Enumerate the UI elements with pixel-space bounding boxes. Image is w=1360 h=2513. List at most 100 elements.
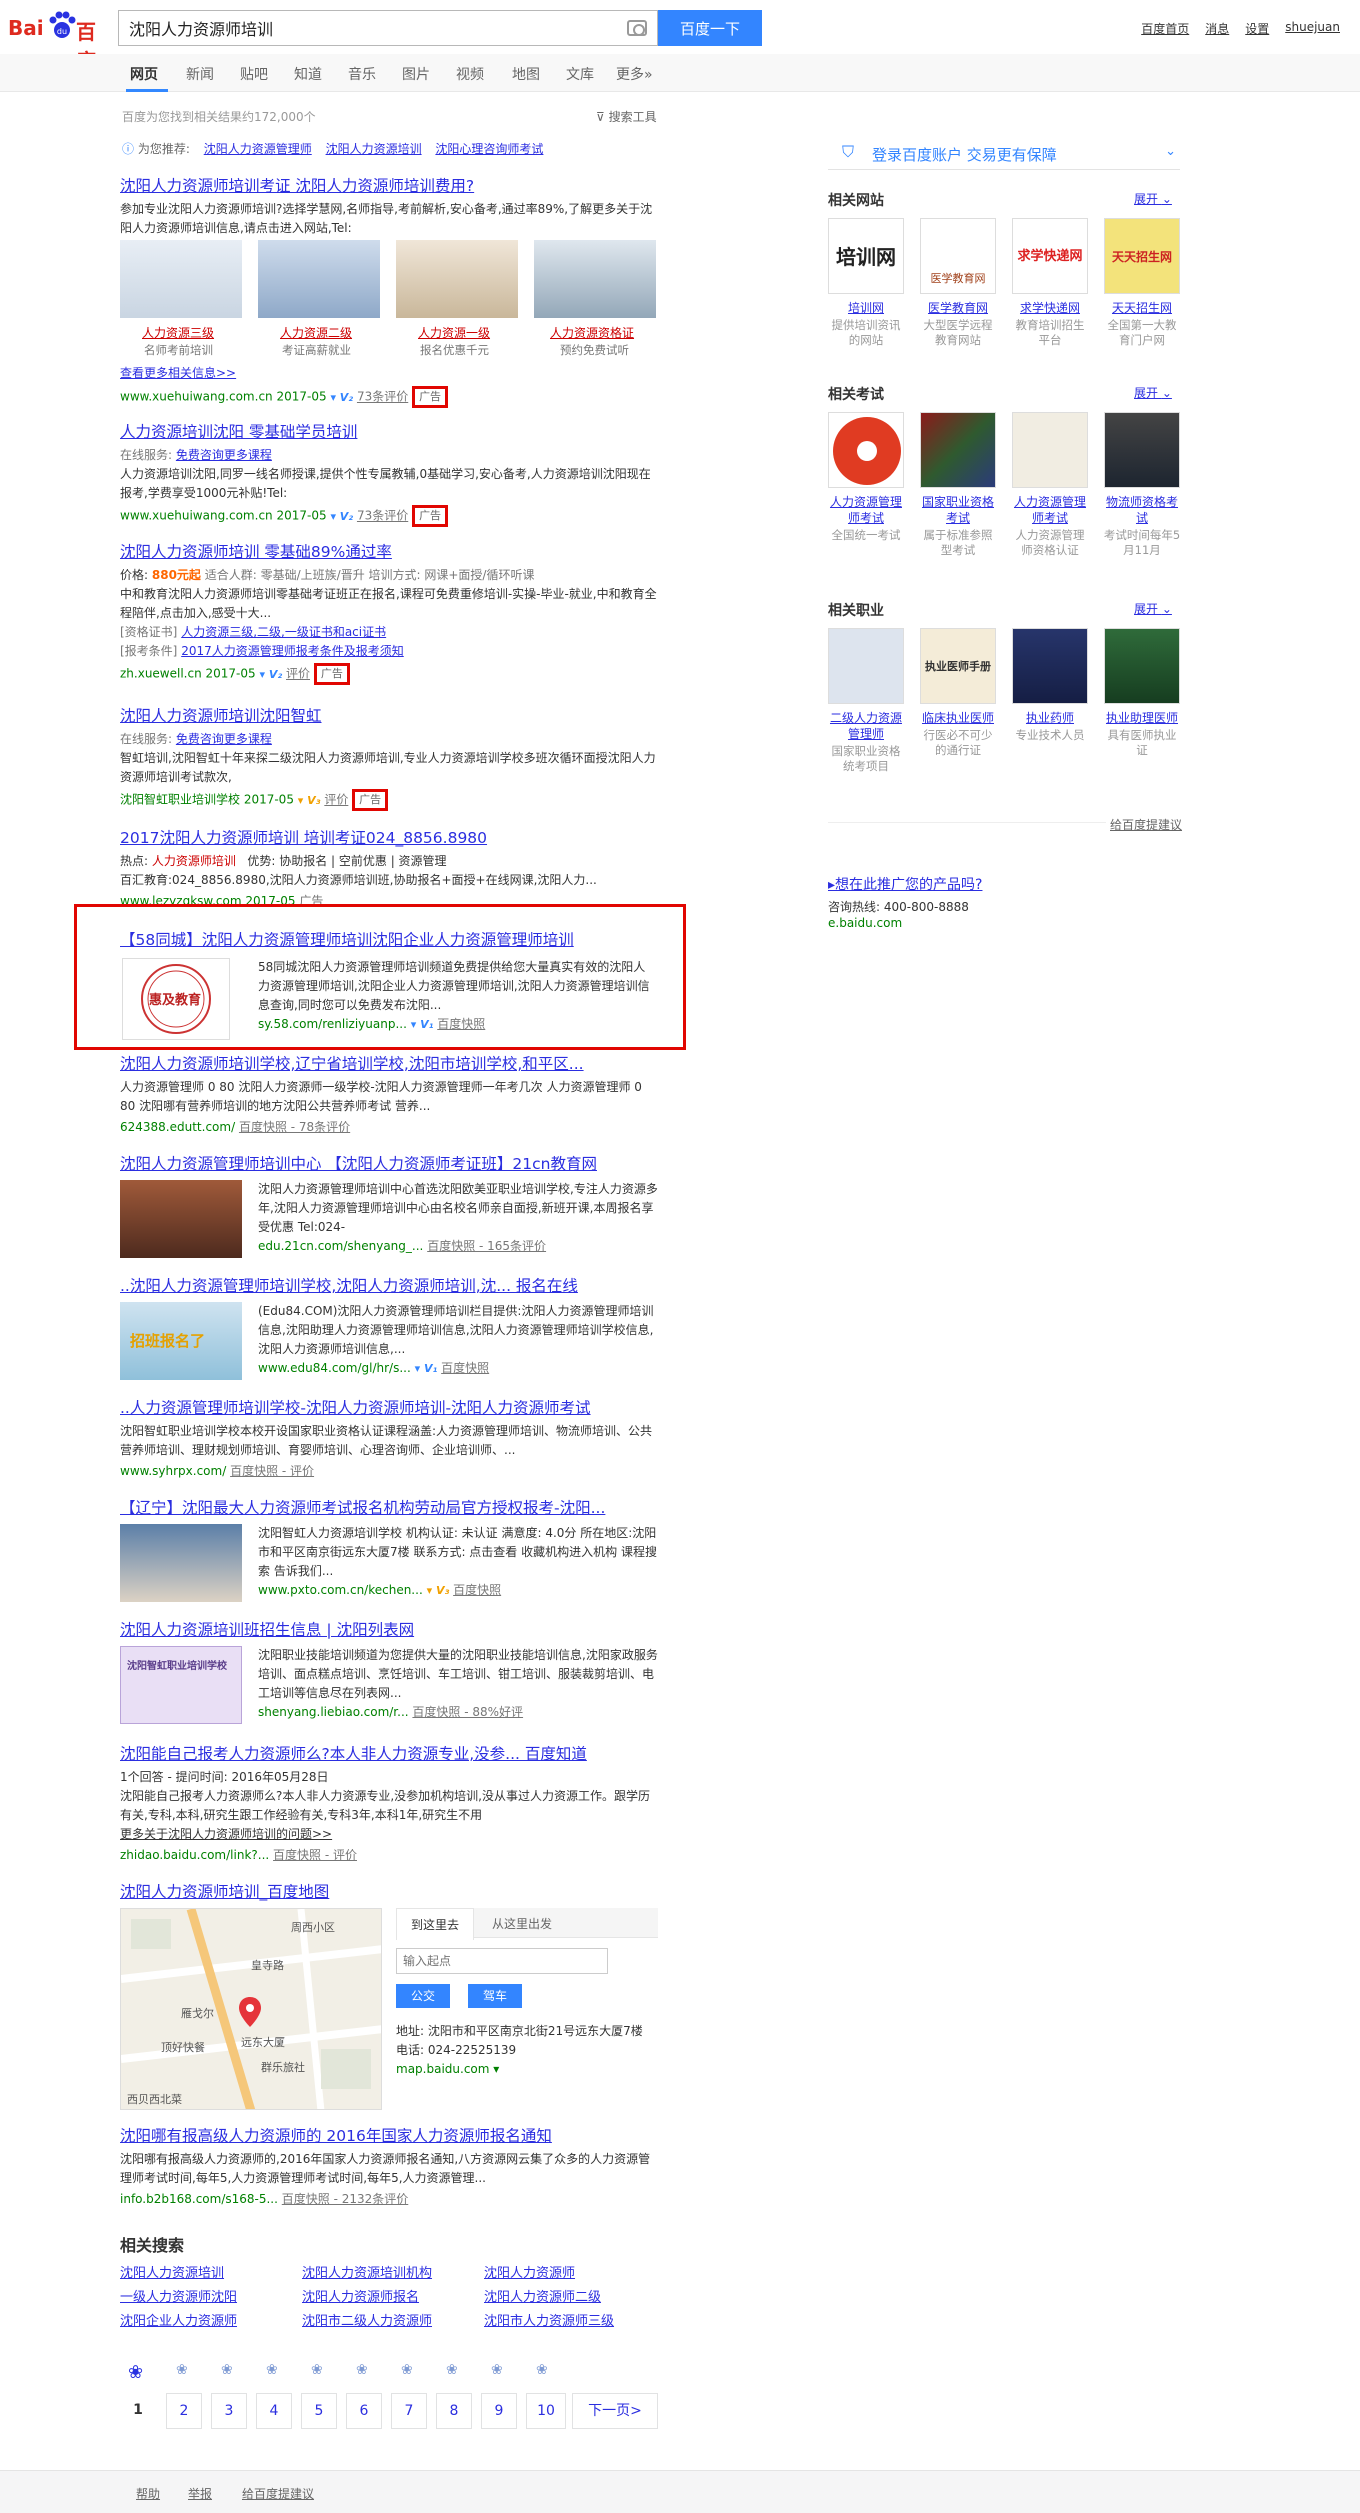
job-item[interactable]: 执业助理医师 具有医师执业证 [1102, 628, 1182, 758]
login-banner[interactable]: ⛉ 登录百度账户 交易更有保障 ⌄ [828, 138, 1180, 170]
result-meta[interactable]: 百度快照 - 评价 [273, 1848, 357, 1862]
site-name[interactable]: 培训网 [826, 300, 906, 316]
job-name[interactable]: 执业助理医师 [1102, 710, 1182, 726]
tab-map[interactable]: 地图 [512, 64, 540, 84]
result-url[interactable]: info.b2b168.com/s168-5... [120, 2192, 278, 2206]
tab-web[interactable]: 网页 [130, 64, 158, 84]
page-3[interactable]: 3 [211, 2393, 247, 2429]
exams-expand[interactable]: 展开 ⌄ [1134, 384, 1172, 401]
result-image[interactable] [120, 1180, 242, 1258]
result-meta[interactable]: 百度快照 [441, 1361, 489, 1375]
result-rating[interactable]: 73条评价 [357, 509, 408, 523]
promo-link[interactable]: ▸想在此推广您的产品吗? [828, 874, 982, 894]
tab-go-here[interactable]: 到这里去 [396, 1908, 475, 1940]
page-5[interactable]: 5 [301, 2393, 337, 2429]
page-8[interactable]: 8 [436, 2393, 472, 2429]
related-item[interactable]: 沈阳人力资源师 [484, 2262, 575, 2281]
thumb-label-3[interactable]: 人力资源一级 [418, 324, 490, 341]
result-title[interactable]: 【58同城】沈阳人力资源管理师培训沈阳企业人力资源管理师培训 [120, 930, 660, 950]
result-url[interactable]: www.xuehuiwang.com.cn 2017-05 [120, 390, 327, 404]
search-tools[interactable]: ⊽ 搜索工具 [596, 108, 657, 125]
result-title[interactable]: 沈阳人力资源培训班招生信息 | 沈阳列表网 [120, 1620, 660, 1640]
exam-name[interactable]: 国家职业资格考试 [918, 494, 998, 526]
related-item[interactable]: 沈阳人力资源培训机构 [302, 2262, 432, 2281]
result-rating[interactable]: 评价 [324, 793, 348, 807]
jobs-expand[interactable]: 展开 ⌄ [1134, 600, 1172, 617]
result-title[interactable]: ..沈阳人力资源管理师培训学校,沈阳人力资源师培训,沈... 报名在线 [120, 1276, 660, 1296]
site-item[interactable]: 求学快递网 求学快递网 教育培训招生平台 [1010, 218, 1090, 348]
search-button[interactable]: 百度一下 [658, 10, 762, 46]
result-url[interactable]: www.xuehuiwang.com.cn 2017-05 [120, 509, 327, 523]
result-url[interactable]: www.syhrpx.com/ [120, 1464, 226, 1478]
more-info-link[interactable]: 查看更多相关信息>> [120, 364, 236, 381]
result-ad[interactable]: 广告 [299, 894, 323, 904]
result-title[interactable]: 人力资源培训沈阳 零基础学员培训 [120, 422, 660, 442]
thumb-label-2[interactable]: 人力资源二级 [280, 324, 352, 341]
ad-label[interactable]: 广告 [313, 663, 350, 685]
map-image[interactable]: 周西小区 皇寺路 雁戈尔 顶好快餐 远东大厦 群乐旅社 西贝西北菜 [120, 1908, 382, 2110]
sites-expand[interactable]: 展开 ⌄ [1134, 190, 1172, 207]
exam-name[interactable]: 物流师资格考试 [1102, 494, 1182, 526]
tab-music[interactable]: 音乐 [348, 64, 376, 84]
result-title[interactable]: 沈阳人力资源师培训考证 沈阳人力资源师培训费用? [120, 176, 660, 196]
result-meta[interactable]: 百度快照 - 165条评价 [427, 1239, 546, 1253]
result-title[interactable]: 沈阳人力资源管理师培训中心 【沈阳人力资源师考证班】21cn教育网 [120, 1154, 660, 1174]
service-link[interactable]: 免费咨询更多课程 [176, 732, 272, 746]
thumb-image-3[interactable] [396, 240, 518, 318]
tab-wenku[interactable]: 文库 [566, 64, 594, 84]
thumb-image-4[interactable] [534, 240, 656, 318]
exam-item[interactable]: 国家职业资格考试 属于标准参照型考试 [918, 412, 998, 558]
result-title[interactable]: 沈阳人力资源师培训沈阳智虹 [120, 706, 660, 726]
ad-label[interactable]: 广告 [412, 505, 449, 527]
result-url[interactable]: zhidao.baidu.com/link?... [120, 1848, 269, 1862]
result-url[interactable]: 624388.edutt.com/ [120, 1120, 235, 1134]
baidu-logo[interactable]: Bai du 百度 [8, 8, 114, 73]
job-item[interactable]: 执业医师手册 临床执业医师 行医必不可少的通行证 [918, 628, 998, 758]
map-url[interactable]: map.baidu.com ▾ [396, 2060, 658, 2079]
result-logo-image[interactable]: 惠及教育 [122, 958, 230, 1040]
result-title[interactable]: 【辽宁】沈阳最大人力资源师考试报名机构劳动局官方授权报考-沈阳... [120, 1498, 660, 1518]
exam-item[interactable]: 人力资源管理师考试 人力资源管理师资格认证 [1010, 412, 1090, 558]
exam-item[interactable]: 人力资源管理师考试 全国统一考试 [826, 412, 906, 543]
result-rating[interactable]: 73条评价 [357, 390, 408, 404]
result-meta[interactable]: 百度快照 - 评价 [230, 1464, 314, 1478]
start-point-input[interactable] [396, 1948, 608, 1974]
related-item[interactable]: 沈阳市二级人力资源师 [302, 2310, 432, 2329]
top-link-settings[interactable]: 设置 [1245, 20, 1269, 37]
feedback-link[interactable]: 给百度提建议 [1106, 816, 1183, 833]
result-url[interactable]: www.edu84.com/gl/hr/s... [258, 1361, 411, 1375]
result-meta[interactable]: 百度快照 [453, 1583, 501, 1597]
cert-link[interactable]: 人力资源三级,二级,一级证书和aci证书 [181, 625, 386, 639]
tab-more[interactable]: 更多» [616, 64, 653, 84]
site-item[interactable]: 医学教育网 医学教育网 大型医学远程教育网站 [918, 218, 998, 348]
site-item[interactable]: 培训网 培训网 提供培训资讯的网站 [826, 218, 906, 348]
page-4[interactable]: 4 [256, 2393, 292, 2429]
related-item[interactable]: 沈阳人力资源培训 [120, 2262, 224, 2281]
site-name[interactable]: 求学快递网 [1010, 300, 1090, 316]
bus-button[interactable]: 公交 [396, 1984, 450, 2008]
result-title[interactable]: ..人力资源管理师培训学校-沈阳人力资源师培训-沈阳人力资源师考试 [120, 1398, 660, 1418]
result-meta[interactable]: 百度快照 - 78条评价 [239, 1120, 350, 1134]
tab-news[interactable]: 新闻 [186, 64, 214, 84]
page-6[interactable]: 6 [346, 2393, 382, 2429]
snapshot-link[interactable]: 百度快照 [437, 1017, 485, 1031]
related-item[interactable]: 沈阳人力资源师二级 [484, 2286, 601, 2305]
thumb-label-1[interactable]: 人力资源三级 [142, 324, 214, 341]
recommend-link-3[interactable]: 沈阳心理咨询师考试 [435, 142, 543, 156]
footer-feedback[interactable]: 给百度提建议 [242, 2485, 314, 2502]
page-9[interactable]: 9 [481, 2393, 517, 2429]
tab-depart-here[interactable]: 从这里出发 [492, 1915, 552, 1932]
result-url[interactable]: zh.xuewell.cn 2017-05 [120, 667, 256, 681]
result-url[interactable]: sy.58.com/renliziyuanp... [258, 1017, 407, 1031]
exam-name[interactable]: 人力资源管理师考试 [826, 494, 906, 526]
job-name[interactable]: 二级人力资源管理师 [826, 710, 906, 742]
related-item[interactable]: 沈阳人力资源师报名 [302, 2286, 419, 2305]
ad-label[interactable]: 广告 [412, 386, 449, 408]
thumb-label-4[interactable]: 人力资源资格证 [550, 324, 634, 341]
result-url[interactable]: shenyang.liebiao.com/r... [258, 1705, 409, 1719]
thumb-image-2[interactable] [258, 240, 380, 318]
tab-images[interactable]: 图片 [402, 64, 430, 84]
exam-name[interactable]: 人力资源管理师考试 [1010, 494, 1090, 526]
page-7[interactable]: 7 [391, 2393, 427, 2429]
drive-button[interactable]: 驾车 [468, 1984, 522, 2008]
